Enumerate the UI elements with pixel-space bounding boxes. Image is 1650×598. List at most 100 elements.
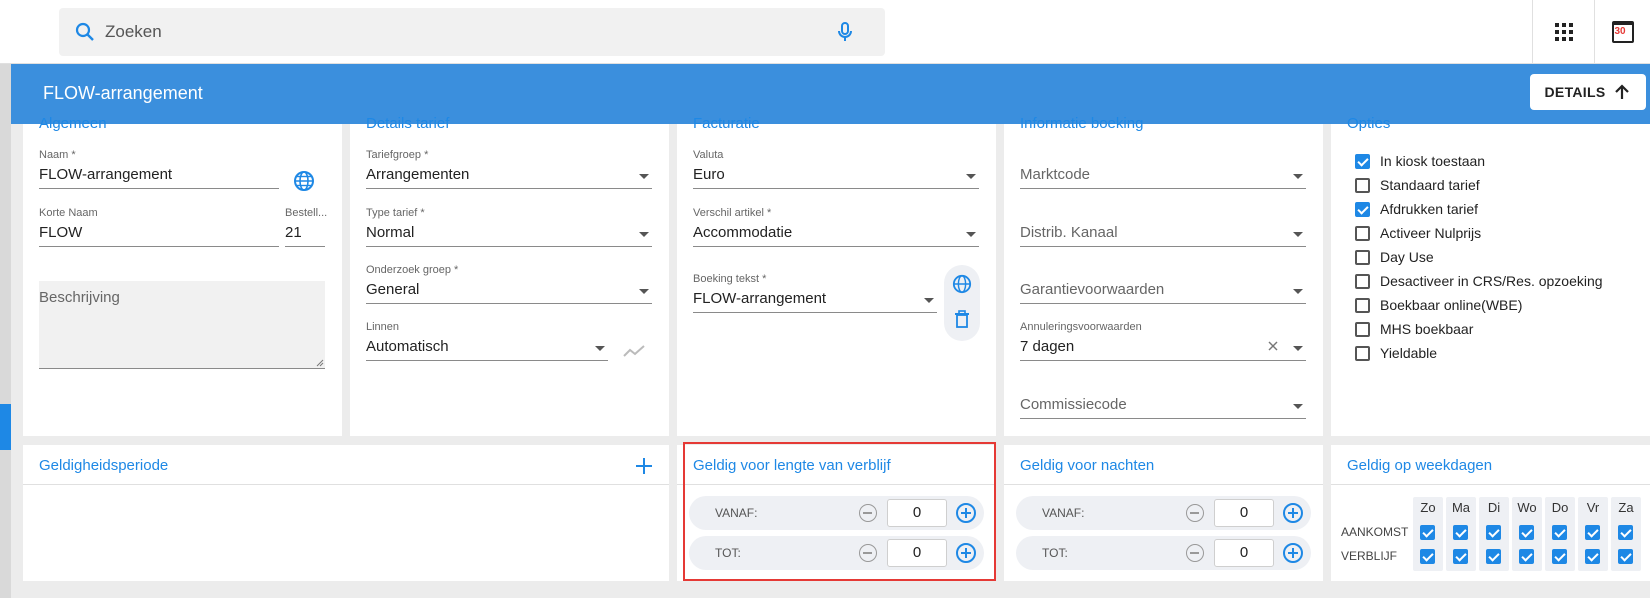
trend-icon[interactable] [623,344,645,358]
aankomst-checkbox[interactable] [1585,525,1600,540]
verblijf-checkbox[interactable] [1486,549,1501,564]
aankomst-checkbox[interactable] [1552,525,1567,540]
aankomst-checkbox[interactable] [1486,525,1501,540]
checkbox-3[interactable] [1355,226,1370,241]
plus-circle-icon[interactable] [1283,543,1303,563]
chevron-down-icon[interactable] [1293,174,1303,179]
panel-title-details-tarief: Details tarief [366,115,450,132]
korte-naam-field[interactable]: FLOW [39,224,82,241]
add-icon[interactable] [635,457,653,475]
valuta-select[interactable]: Euro [693,166,725,183]
aankomst-checkbox[interactable] [1618,525,1633,540]
panel-title-algemeen: Algemeen [39,115,107,132]
verblijf-checkbox[interactable] [1585,549,1600,564]
left-strip-indicator [0,404,11,450]
apps-grid-button[interactable] [1532,0,1594,64]
commissie-underline [1020,418,1306,419]
onderzoek-select[interactable]: General [366,281,419,298]
chevron-down-icon[interactable] [639,174,649,179]
linnen-select[interactable]: Automatisch [366,338,449,355]
marktcode-select[interactable]: Marktcode [1020,166,1090,183]
chevron-down-icon[interactable] [1293,404,1303,409]
checkbox-4[interactable] [1355,250,1370,265]
weekday-label: Zo [1420,500,1436,515]
calendar-button[interactable]: 30 [1594,0,1650,64]
nachten-tot-input[interactable]: 0 [1214,539,1274,567]
option-label: Day Use [1380,249,1434,265]
commissiecode-select[interactable]: Commissiecode [1020,396,1127,413]
checkbox-6[interactable] [1355,298,1370,313]
plus-circle-icon[interactable] [1283,503,1303,523]
apps-grid-icon [1554,23,1573,41]
garantie-select[interactable]: Garantievoorwaarden [1020,281,1164,298]
clear-icon[interactable] [1268,341,1278,351]
search-bar[interactable] [59,8,885,56]
arrow-up-icon [1615,84,1630,99]
verblijf-checkbox[interactable] [1552,549,1567,564]
verschil-select[interactable]: Accommodatie [693,224,792,241]
tariefgroep-select[interactable]: Arrangementen [366,166,469,183]
annulering-select[interactable]: 7 dagen [1020,338,1074,355]
globe-icon[interactable] [952,274,972,294]
verblijf-checkbox[interactable] [1420,549,1435,564]
type-tarief-select[interactable]: Normal [366,224,414,241]
nachten-vanaf-row: VANAF: 0 [1016,496,1311,530]
verblijf-checkbox[interactable] [1453,549,1468,564]
vanaf-label: VANAF: [1042,506,1085,520]
marktcode-underline [1020,188,1306,189]
weekday-label: Vr [1586,500,1600,515]
divider [1331,484,1650,485]
korte-naam-underline [39,246,279,247]
aankomst-checkbox[interactable] [1420,525,1435,540]
chevron-down-icon[interactable] [966,174,976,179]
checkbox-0[interactable] [1355,154,1370,169]
boeking-label: Boeking tekst * [693,273,767,285]
distrib-underline [1020,246,1306,247]
verblijf-checkbox[interactable] [1519,549,1534,564]
minus-circle-icon[interactable] [1186,504,1204,522]
checkbox-8[interactable] [1355,346,1370,361]
bestell-field[interactable]: 21 [285,224,302,241]
minus-circle-icon[interactable] [1186,544,1204,562]
search-input[interactable] [105,22,805,42]
chevron-down-icon[interactable] [639,289,649,294]
page-header: FLOW-arrangement DETAILS [11,64,1650,124]
nachten-vanaf-input[interactable]: 0 [1214,499,1274,527]
naam-field[interactable]: FLOW-arrangement [39,166,172,183]
chevron-down-icon[interactable] [1293,346,1303,351]
bestell-label: Bestell... [285,207,328,219]
chevron-down-icon[interactable] [595,346,605,351]
linnen-label: Linnen [366,321,400,333]
checkbox-5[interactable] [1355,274,1370,289]
korte-naam-label: Korte Naam [39,207,98,219]
type-tarief-underline [366,246,652,247]
verblijf-label: VERBLIJF [1341,549,1398,563]
checkbox-7[interactable] [1355,322,1370,337]
chevron-down-icon[interactable] [639,232,649,237]
aankomst-checkbox[interactable] [1519,525,1534,540]
microphone-icon[interactable] [833,20,857,44]
garantie-underline [1020,303,1306,304]
resize-handle-icon[interactable] [316,359,324,367]
checkbox-2[interactable] [1355,202,1370,217]
panel-nachten: Geldig voor nachten VANAF: 0 TOT: 0 [1004,445,1323,581]
option-label: MHS boekbaar [1380,321,1474,337]
panel-informatie-boeking: Informatie boeking Marktcode Distrib. Ka… [1004,115,1323,436]
details-button[interactable]: DETAILS [1530,74,1646,110]
chevron-down-icon[interactable] [966,232,976,237]
globe-icon[interactable] [293,170,315,192]
chevron-down-icon[interactable] [1293,289,1303,294]
chevron-down-icon[interactable] [924,298,934,303]
chevron-down-icon[interactable] [1293,232,1303,237]
panel-title-facturatie: Facturatie [693,115,760,132]
aankomst-checkbox[interactable] [1453,525,1468,540]
onderzoek-underline [366,303,652,304]
trash-icon[interactable] [954,310,970,328]
beschrijving-textarea[interactable]: Beschrijving [39,281,325,369]
boeking-select[interactable]: FLOW-arrangement [693,290,826,307]
checkbox-1[interactable] [1355,178,1370,193]
valuta-label: Valuta [693,149,724,161]
option-label: Desactiveer in CRS/Res. opzoeking [1380,273,1603,289]
verblijf-checkbox[interactable] [1618,549,1633,564]
distrib-kanaal-select[interactable]: Distrib. Kanaal [1020,224,1118,241]
